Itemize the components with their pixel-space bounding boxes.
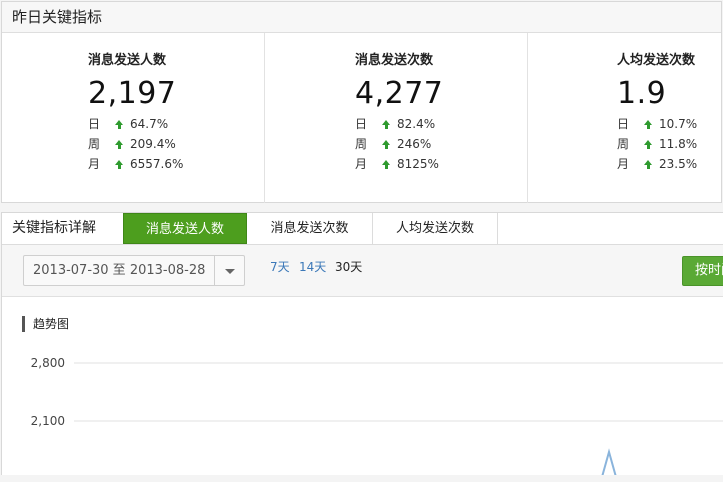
change-label: 月 — [355, 157, 368, 171]
kpi-row: 消息发送人数 2,197 日 64.7% 周 209.4% 月 6557.6% … — [2, 33, 723, 203]
trend-chart-svg: 2,800 2,100 — [31, 356, 723, 475]
series-line — [601, 448, 617, 475]
key-metrics-detail-panel: 关键指标详解 消息发送人数 消息发送次数 人均发送次数 2013-07-30 至… — [1, 212, 723, 475]
range-30-days-link[interactable]: 30天 — [335, 259, 362, 275]
kpi-panel-title: 昨日关键指标 — [2, 2, 721, 33]
change-value: 209.4% — [130, 137, 176, 151]
change-value: 10.7% — [659, 117, 698, 131]
kpi-value: 1.9 — [617, 76, 667, 111]
kpi-change-week: 周 11.8% — [617, 134, 697, 154]
trend-chart: 2,800 2,100 趋势图 — [2, 297, 723, 475]
arrow-up-icon — [644, 159, 652, 169]
change-value: 6557.6% — [130, 157, 184, 171]
date-range-value: 2013-07-30 至 2013-08-28 — [33, 263, 206, 278]
tab-avg-per-user[interactable]: 人均发送次数 — [373, 213, 498, 244]
kpi-title: 消息发送人数 — [88, 53, 167, 68]
detail-panel-title: 关键指标详解 — [12, 220, 96, 236]
change-label: 周 — [355, 137, 368, 151]
kpi-card-avg-per-user: 人均发送次数 1.9 日 10.7% 周 11.8% 月 23.5% — [528, 33, 723, 203]
date-range-dropdown-toggle[interactable] — [214, 256, 244, 285]
arrow-up-icon — [115, 119, 123, 129]
arrow-up-icon — [644, 119, 652, 129]
yesterday-kpi-panel: 昨日关键指标 消息发送人数 2,197 日 64.7% 周 209.4% 月 6… — [1, 1, 722, 203]
change-label: 周 — [617, 137, 630, 151]
arrow-up-icon — [115, 159, 123, 169]
filter-bar: 2013-07-30 至 2013-08-28 7天 14天 30天 按时间 — [2, 245, 723, 297]
kpi-change-week: 周 246% — [355, 134, 443, 154]
arrow-up-icon — [382, 139, 390, 149]
change-value: 82.4% — [397, 117, 436, 131]
range-14-days-link[interactable]: 14天 — [299, 259, 326, 275]
change-label: 日 — [355, 117, 368, 131]
arrow-up-icon — [382, 159, 390, 169]
change-value: 11.8% — [659, 137, 698, 151]
kpi-title: 人均发送次数 — [617, 53, 696, 68]
change-value: 246% — [397, 137, 432, 151]
kpi-change-day: 日 10.7% — [617, 114, 697, 134]
tab-message-senders[interactable]: 消息发送人数 — [123, 213, 247, 244]
kpi-change-week: 周 209.4% — [88, 134, 183, 154]
kpi-card-messages: 消息发送次数 4,277 日 82.4% 周 246% 月 8125% — [265, 33, 528, 203]
date-range-select[interactable]: 2013-07-30 至 2013-08-28 — [23, 255, 245, 286]
change-value: 8125% — [397, 157, 439, 171]
change-value: 23.5% — [659, 157, 698, 171]
change-label: 月 — [617, 157, 630, 171]
arrow-up-icon — [115, 139, 123, 149]
kpi-title: 消息发送次数 — [355, 53, 434, 68]
arrow-up-icon — [382, 119, 390, 129]
range-7-days-link[interactable]: 7天 — [270, 259, 290, 275]
chevron-down-icon — [225, 269, 235, 274]
y-tick-label: 2,800 — [31, 356, 65, 370]
kpi-value: 4,277 — [355, 76, 444, 111]
change-label: 日 — [88, 117, 101, 131]
by-time-button[interactable]: 按时间 — [682, 256, 723, 286]
kpi-card-senders: 消息发送人数 2,197 日 64.7% 周 209.4% 月 6557.6% — [2, 33, 265, 203]
change-label: 日 — [617, 117, 630, 131]
metric-tabs: 关键指标详解 消息发送人数 消息发送次数 人均发送次数 — [2, 213, 723, 245]
page: 昨日关键指标 消息发送人数 2,197 日 64.7% 周 209.4% 月 6… — [0, 0, 723, 482]
kpi-change-month: 月 23.5% — [617, 154, 697, 174]
kpi-change-month: 月 6557.6% — [88, 154, 183, 174]
tab-message-count[interactable]: 消息发送次数 — [247, 213, 373, 244]
kpi-change-day: 日 64.7% — [88, 114, 183, 134]
kpi-change-month: 月 8125% — [355, 154, 443, 174]
kpi-value: 2,197 — [88, 76, 177, 111]
arrow-up-icon — [644, 139, 652, 149]
change-label: 月 — [88, 157, 101, 171]
y-tick-label: 2,100 — [31, 414, 65, 428]
chart-title: 趋势图 — [22, 316, 69, 332]
kpi-change-day: 日 82.4% — [355, 114, 443, 134]
change-label: 周 — [88, 137, 101, 151]
change-value: 64.7% — [130, 117, 169, 131]
